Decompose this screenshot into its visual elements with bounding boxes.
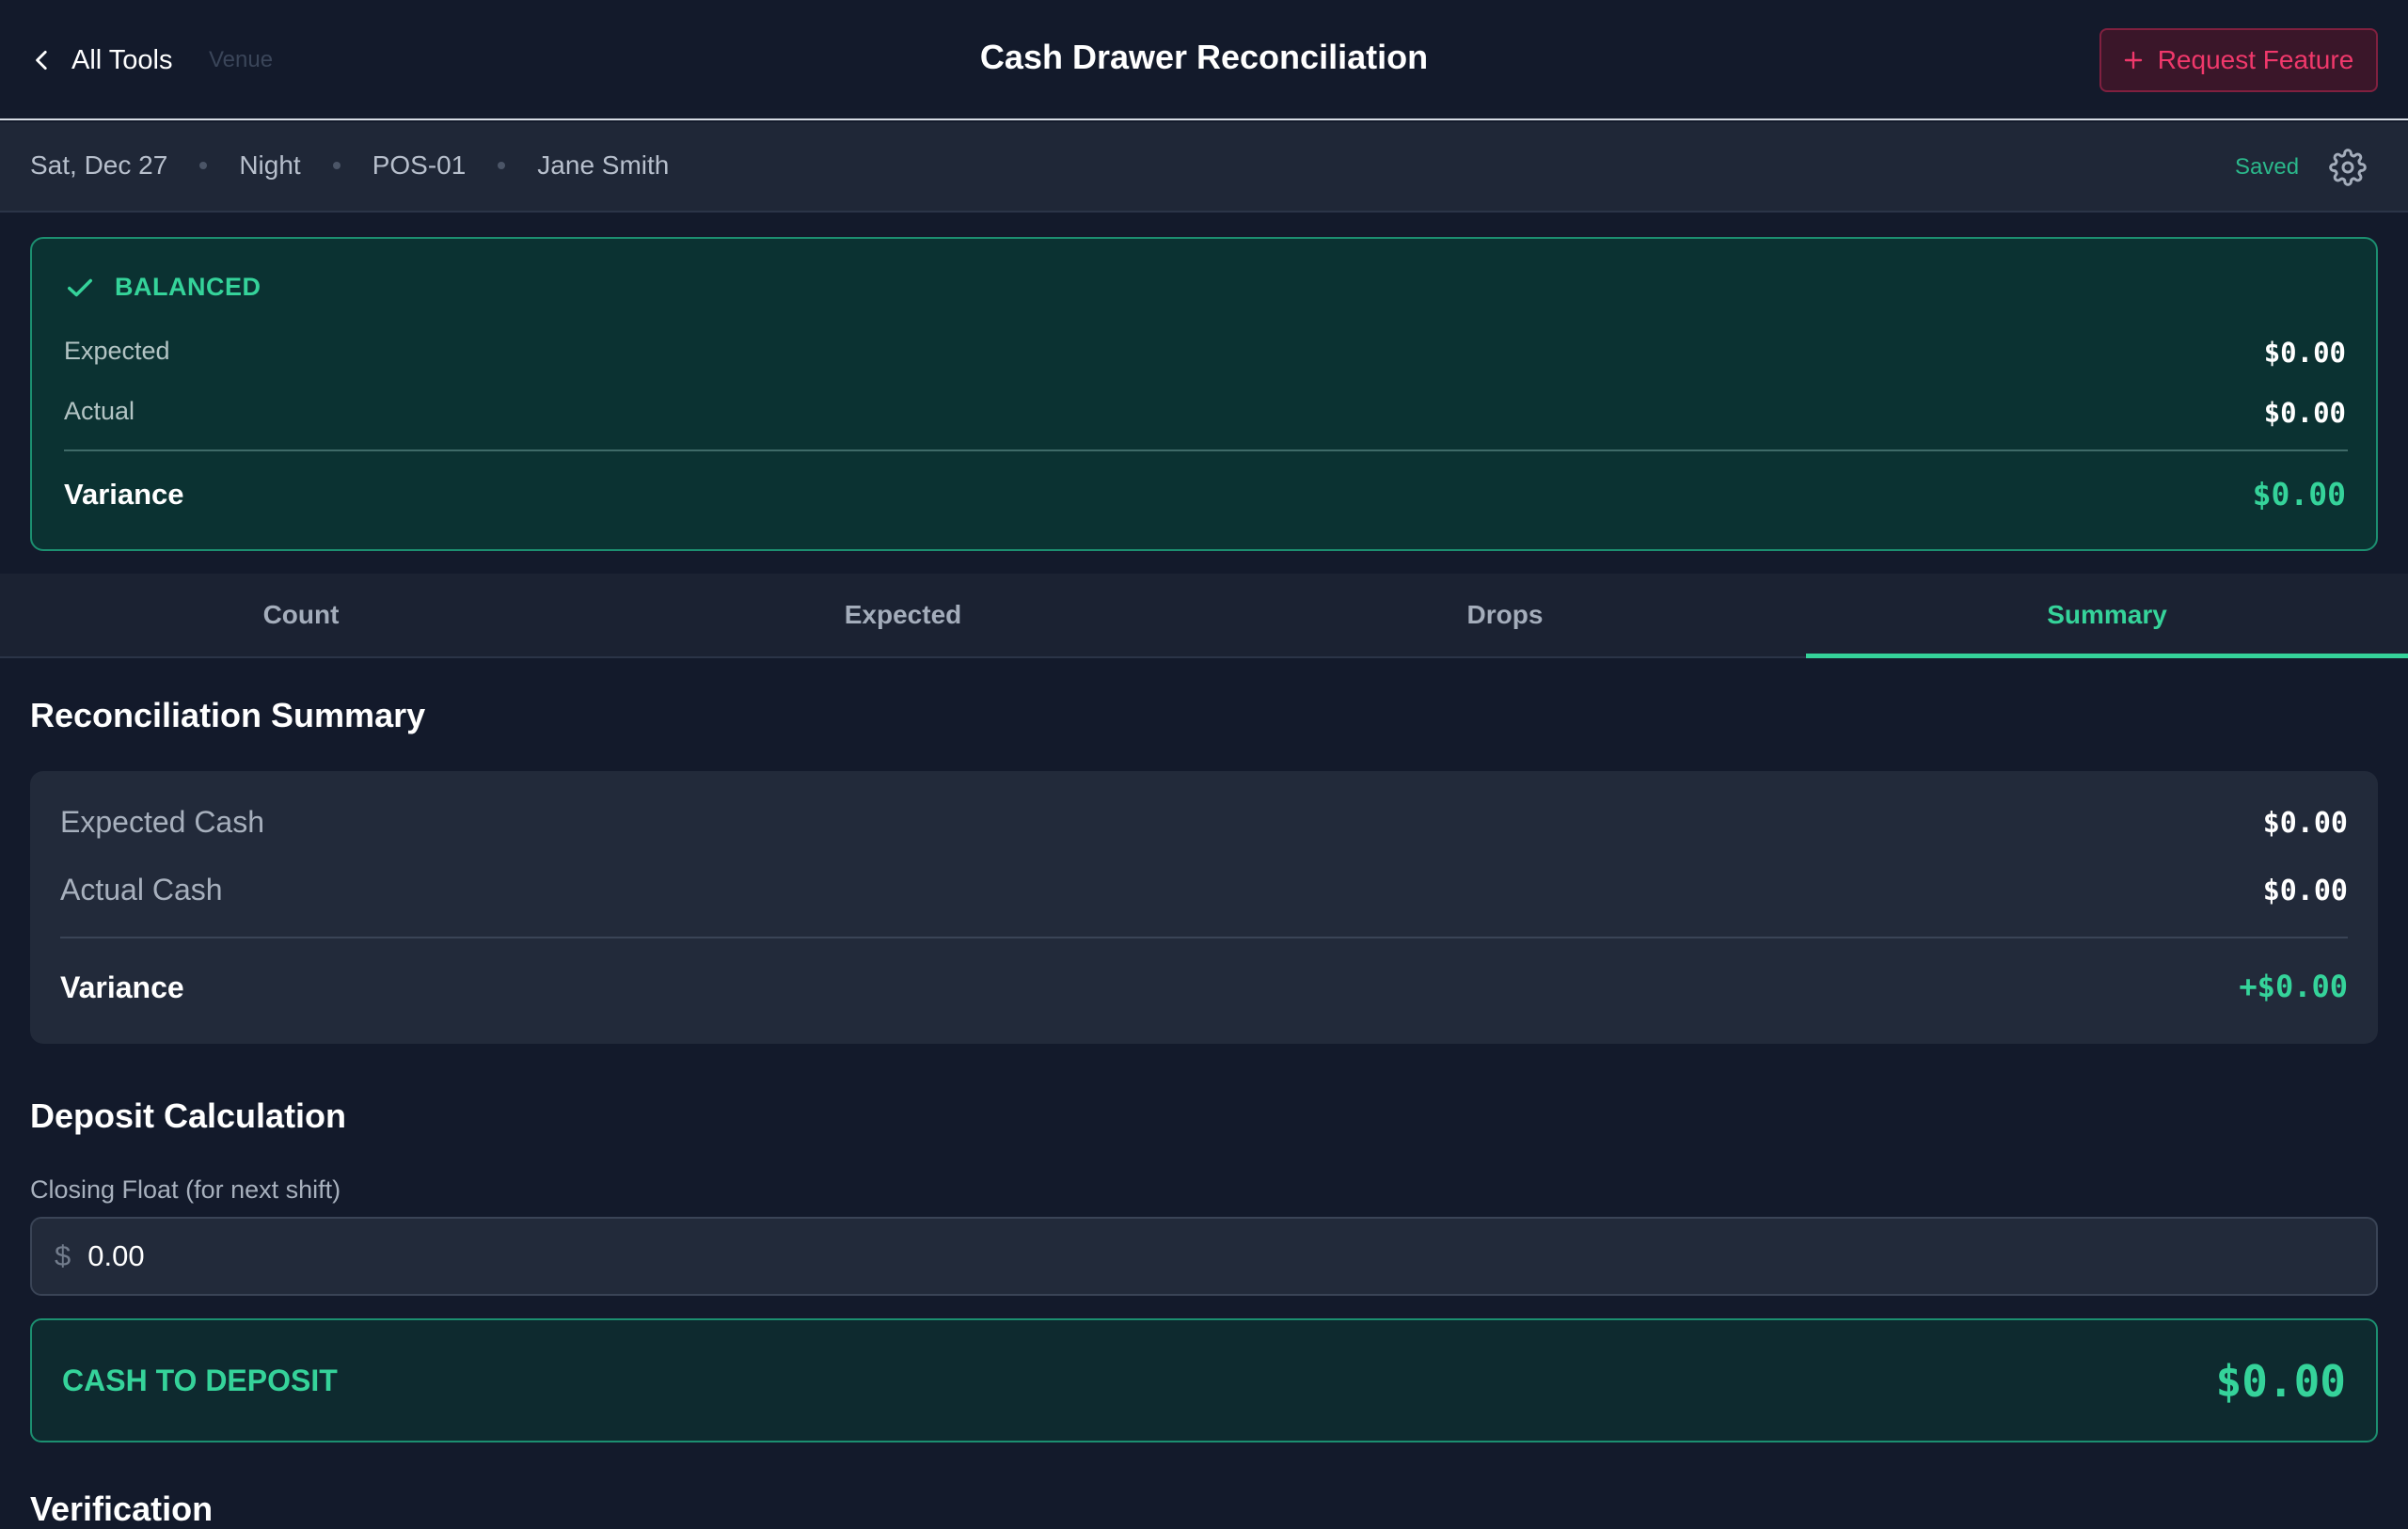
balance-status-label: BALANCED <box>115 273 261 301</box>
section-heading-summary: Reconciliation Summary <box>30 696 426 734</box>
expected-cash-label: Expected Cash <box>60 805 265 839</box>
actual-label: Actual <box>64 397 135 425</box>
back-label: All Tools <box>71 44 173 75</box>
separator-dot <box>332 162 341 169</box>
tab-count[interactable]: Count <box>0 574 602 656</box>
cashier-name: Jane Smith <box>537 150 670 180</box>
register-id: POS-01 <box>372 150 467 180</box>
actual-cash-value: $0.00 <box>2262 875 2348 907</box>
gear-icon[interactable] <box>2329 149 2367 186</box>
summary-variance-label: Variance <box>60 970 184 1004</box>
separator-dot <box>498 162 506 169</box>
app-header: All Tools Venue Cash Drawer Reconciliati… <box>0 0 2408 120</box>
shift-period: Night <box>239 150 301 180</box>
variance-label: Variance <box>64 478 184 511</box>
tab-expected[interactable]: Expected <box>602 574 1204 656</box>
save-status: Saved <box>2235 154 2300 180</box>
shift-info-bar: Sat, Dec 27 Night POS-01 Jane Smith Save… <box>0 122 2408 213</box>
summary-card: Expected Cash $0.00 Actual Cash $0.00 Va… <box>30 771 2378 1044</box>
shift-meta: Sat, Dec 27 Night POS-01 Jane Smith <box>30 150 669 181</box>
tab-bar: Count Expected Drops Summary <box>0 574 2408 658</box>
cash-to-deposit-value: $0.00 <box>2215 1356 2346 1407</box>
balance-status-card: BALANCED Expected $0.00 Actual $0.00 Var… <box>30 237 2378 551</box>
check-icon <box>68 278 92 296</box>
balance-status: BALANCED <box>66 273 261 302</box>
expected-cash-value: $0.00 <box>2262 807 2348 840</box>
section-heading-verification: Verification <box>30 1490 214 1528</box>
currency-symbol: $ <box>55 1239 71 1272</box>
tab-drops[interactable]: Drops <box>1204 574 1806 656</box>
summary-variance-value: +$0.00 <box>2239 969 2348 1004</box>
page-title: Cash Drawer Reconciliation <box>979 38 1429 76</box>
plus-icon <box>2124 51 2142 70</box>
shift-date: Sat, Dec 27 <box>30 150 168 180</box>
cash-to-deposit-label: CASH TO DEPOSIT <box>62 1363 338 1397</box>
actual-value: $0.00 <box>2263 397 2346 429</box>
request-feature-button[interactable]: Request Feature <box>2099 28 2378 92</box>
closing-float-field[interactable]: $ <box>30 1217 2378 1296</box>
closing-float-label: Closing Float (for next shift) <box>30 1175 341 1204</box>
expected-value: $0.00 <box>2263 337 2346 369</box>
tab-summary[interactable]: Summary <box>1806 574 2408 658</box>
request-feature-label: Request Feature <box>2157 45 2354 74</box>
section-heading-deposit: Deposit Calculation <box>30 1096 347 1135</box>
actual-cash-label: Actual Cash <box>60 873 223 906</box>
venue-label: Venue <box>209 47 274 72</box>
separator-dot <box>199 162 208 169</box>
cash-to-deposit-card: CASH TO DEPOSIT $0.00 <box>30 1318 2378 1442</box>
divider <box>60 937 2348 938</box>
chevron-left-icon <box>36 50 47 71</box>
back-to-all-tools-button[interactable]: All Tools <box>30 38 172 83</box>
variance-value: $0.00 <box>2252 476 2346 512</box>
closing-float-input[interactable] <box>87 1239 2252 1273</box>
divider <box>64 449 2348 451</box>
expected-label: Expected <box>64 337 170 365</box>
